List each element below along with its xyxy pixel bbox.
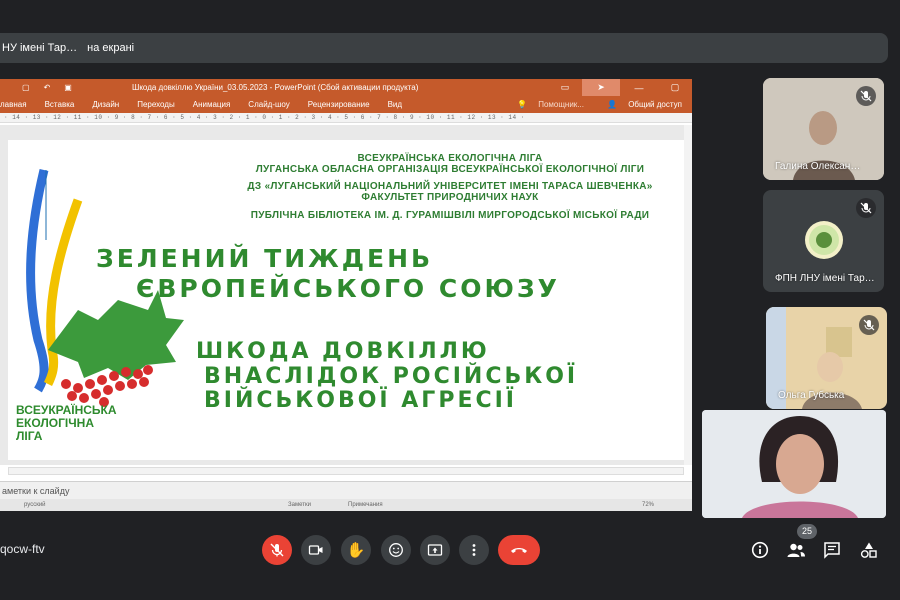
- menu-design[interactable]: Дизайн: [83, 100, 128, 109]
- info-icon: [751, 541, 769, 559]
- menu-transitions[interactable]: Переходы: [128, 100, 184, 109]
- hand-icon: ✋: [346, 542, 366, 559]
- slide-subtitle-line-3: ВІЙСЬКОВОЇ АГРЕСІЇ: [204, 388, 517, 413]
- logo-text-line-3: ЛІГА: [16, 429, 43, 443]
- window-title: Шкода довкіллю України_03.05.2023 - Powe…: [132, 83, 419, 92]
- undo-icon[interactable]: ↶: [44, 83, 51, 92]
- slide-title-line-2: ЄВРОПЕЙСЬКОГО СОЮЗУ: [136, 274, 560, 303]
- leaf-shape: [48, 290, 184, 380]
- menu-home[interactable]: лавная: [0, 100, 36, 109]
- more-vert-icon: [472, 544, 476, 556]
- logo-text: ВСЕУКРАЇНСЬКА ЕКОЛОГІЧНА ЛІГА: [16, 404, 146, 443]
- cursor-icon: ➤: [582, 79, 620, 96]
- participant-tile-2[interactable]: ФПН ЛНУ імені Тар…: [763, 190, 884, 292]
- menu-animation[interactable]: Анимация: [184, 100, 240, 109]
- presenter-name: НУ імені Тар…: [2, 42, 78, 54]
- status-comments-button[interactable]: Примечания: [348, 499, 383, 511]
- berries-shape: [61, 365, 153, 407]
- horizontal-scrollbar[interactable]: [8, 467, 684, 475]
- hang-up-icon: [511, 548, 527, 553]
- reactions-button[interactable]: [381, 535, 411, 565]
- raise-hand-button[interactable]: ✋: [341, 535, 371, 565]
- ppt-ribbon-menu: лавная Вставка Дизайн Переходы Анимация …: [0, 96, 692, 113]
- camera-toggle-button[interactable]: [301, 535, 331, 565]
- status-zoom[interactable]: 72%: [642, 499, 654, 511]
- chat-icon: [824, 542, 840, 559]
- blue-ribbon-shape: [26, 168, 49, 393]
- menu-slideshow[interactable]: Слайд-шоу: [239, 100, 298, 109]
- mic-toggle-button[interactable]: [262, 535, 292, 565]
- help-search[interactable]: 💡 Помощник...: [508, 100, 602, 109]
- participant-name-2: ФПН ЛНУ імені Тар…: [775, 273, 875, 284]
- chat-button[interactable]: [820, 538, 844, 562]
- presenter-banner: НУ імені Тар… на екрані: [0, 33, 888, 63]
- mic-off-icon: [859, 315, 879, 335]
- slide-title-line-1: ЗЕЛЕНИЙ ТИЖДЕНЬ: [96, 244, 434, 273]
- leave-call-button[interactable]: [498, 535, 540, 565]
- maximize-icon[interactable]: ▢: [656, 79, 692, 96]
- camera-icon: [308, 545, 323, 555]
- participant-count-badge: 25: [797, 524, 817, 539]
- share-access-button[interactable]: 👤 Общий доступ: [598, 100, 692, 109]
- mic-off-icon: [856, 86, 876, 106]
- ribbon-options-icon[interactable]: ▭: [546, 79, 584, 96]
- menu-view[interactable]: Вид: [379, 100, 411, 109]
- minimize-icon[interactable]: —: [620, 79, 658, 96]
- participant-tile-3[interactable]: Ольга Губська: [766, 307, 887, 409]
- participant-name-1: Галина Олексан…: [775, 161, 861, 172]
- participant-video-self: [702, 410, 886, 518]
- emoji-icon: [389, 543, 403, 557]
- present-screen-button[interactable]: [420, 535, 450, 565]
- ppt-status-bar: русский Заметки Примечания 72%: [0, 499, 692, 511]
- people-icon: [787, 543, 805, 557]
- vertical-scrollbar[interactable]: [684, 125, 692, 465]
- people-button[interactable]: [784, 538, 808, 562]
- mic-off-icon: [856, 198, 876, 218]
- participant-tile-self[interactable]: [702, 410, 886, 518]
- ruler: · 14 · 13 · 12 · 11 · 10 · 9 · 8 · 7 · 6…: [0, 113, 692, 123]
- meeting-details-button[interactable]: [748, 538, 772, 562]
- slide-subtitle-line-1: ШКОДА ДОВКІЛЛЮ: [196, 339, 490, 364]
- slideshow-icon[interactable]: ▣: [64, 83, 72, 92]
- present-icon: [427, 544, 443, 556]
- status-language[interactable]: русский: [24, 499, 46, 511]
- mic-off-icon: [270, 543, 284, 557]
- activities-button[interactable]: [857, 538, 881, 562]
- activities-icon: [860, 542, 877, 558]
- status-notes-button[interactable]: Заметки: [288, 499, 311, 511]
- slide-notes-field[interactable]: аметки к слайду: [0, 481, 692, 499]
- meeting-code: qocw-ftv: [0, 542, 45, 556]
- menu-review[interactable]: Рецензирование: [299, 100, 379, 109]
- menu-insert[interactable]: Вставка: [36, 100, 84, 109]
- participant-tile-1[interactable]: Галина Олексан…: [763, 78, 884, 180]
- slide-subtitle-line-2: ВНАСЛІДОК РОСІЙСЬКОЇ: [204, 364, 579, 389]
- share-access-label: Общий доступ: [628, 100, 682, 109]
- ppt-title-bar: ▢ ↶ ▣ Шкода довкіллю України_03.05.2023 …: [0, 79, 692, 96]
- presenter-label: на екрані: [87, 42, 135, 54]
- autosave-icon[interactable]: ▢: [22, 83, 30, 92]
- help-label: Помощник...: [538, 100, 584, 109]
- participant-name-3: Ольга Губська: [778, 390, 845, 401]
- more-options-button[interactable]: [459, 535, 489, 565]
